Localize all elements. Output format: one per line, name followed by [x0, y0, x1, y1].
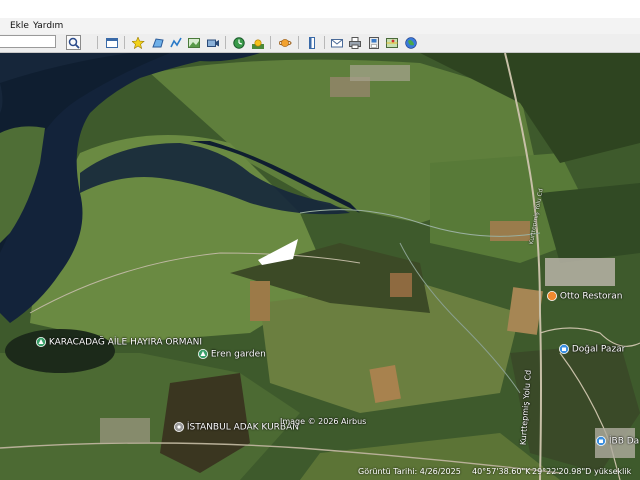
place-label-dogal-pazar[interactable]: Doğal Pazar — [559, 344, 625, 355]
print-button[interactable] — [347, 35, 362, 50]
printer-icon — [349, 37, 361, 49]
earth-button[interactable] — [403, 35, 418, 50]
ruler-icon — [309, 37, 315, 49]
search-icon — [68, 37, 80, 49]
longitude-readout: 29°22'20.98"D — [532, 467, 592, 476]
toolbar-separator — [97, 36, 98, 49]
search-input[interactable] — [0, 35, 56, 48]
place-label-eren-garden[interactable]: Eren garden — [198, 349, 266, 360]
save-image-button[interactable] — [366, 35, 381, 50]
sunlight-button[interactable] — [250, 35, 265, 50]
park-pin-icon — [198, 349, 208, 359]
envelope-icon — [331, 39, 343, 48]
menu-item-yardim[interactable]: Yardım — [33, 21, 63, 31]
place-label-text: İBB Da — [608, 436, 640, 447]
imagery-date: Görüntü Tarihi: 4/26/2025 — [358, 467, 461, 476]
sidebar-toggle-button[interactable] — [104, 35, 119, 50]
place-label-text: Doğal Pazar — [571, 344, 626, 355]
map-icon — [386, 38, 398, 48]
planet-icon — [279, 39, 292, 47]
imagery-attribution: Image © 2026 Airbus — [280, 417, 367, 426]
place-label-text: Otto Restoran — [559, 291, 623, 302]
place-label-otto-restoran[interactable]: Otto Restoran — [547, 291, 622, 302]
path-icon — [170, 37, 182, 48]
satellite-map[interactable]: KARACADAĞ AİLE HAYIRA ORMANI Eren garden… — [0, 53, 640, 480]
menu-item-ekle[interactable]: Ekle — [10, 21, 29, 31]
place-pin-icon — [174, 422, 184, 432]
image-overlay-icon — [188, 38, 200, 48]
status-bar: Görüntü Tarihi: 4/26/2025 40°57'38.60"K … — [0, 466, 640, 480]
toolbar-separator — [225, 36, 226, 49]
shopping-pin-icon — [559, 344, 569, 354]
shopping-pin-icon — [596, 436, 606, 446]
add-polygon-button[interactable] — [150, 35, 165, 50]
placemark-pin-icon — [132, 37, 145, 49]
record-tour-button[interactable] — [205, 35, 220, 50]
video-camera-icon — [207, 39, 219, 47]
toolbar-separator — [324, 36, 325, 49]
place-label-text: Eren garden — [210, 349, 266, 360]
restaurant-pin-icon — [547, 291, 557, 301]
search-button[interactable] — [66, 35, 81, 50]
toolbar-separator — [270, 36, 271, 49]
place-label-text: KARACADAĞ AİLE HAYIRA ORMANI — [48, 337, 203, 348]
add-placemark-button[interactable] — [130, 35, 145, 50]
image-overlay-button[interactable] — [186, 35, 201, 50]
clock-icon — [233, 37, 245, 49]
save-image-icon — [369, 37, 379, 49]
toolbar-separator — [124, 36, 125, 49]
sidebar-icon — [106, 38, 118, 48]
sun-icon — [252, 39, 264, 49]
elevation-readout: yükseklik — [594, 467, 632, 476]
view-in-maps-button[interactable] — [384, 35, 399, 50]
place-label-ibb[interactable]: İBB Da — [596, 436, 639, 447]
globe-icon — [405, 37, 417, 49]
satellite-imagery[interactable] — [0, 53, 640, 480]
toolbar-separator — [298, 36, 299, 49]
historical-imagery-button[interactable] — [231, 35, 246, 50]
title-bar — [0, 0, 640, 19]
planet-switch-button[interactable] — [277, 35, 292, 50]
add-path-button[interactable] — [168, 35, 183, 50]
toolbar — [0, 34, 640, 53]
ruler-button[interactable] — [304, 35, 319, 50]
latitude-readout: 40°57'38.60"K — [472, 467, 531, 476]
menu-bar: Ekle Yardım — [0, 18, 640, 34]
polygon-icon — [152, 38, 164, 48]
park-pin-icon — [36, 337, 46, 347]
place-label-karacadag[interactable]: KARACADAĞ AİLE HAYIRA ORMANI — [36, 337, 202, 348]
email-button[interactable] — [329, 35, 344, 50]
